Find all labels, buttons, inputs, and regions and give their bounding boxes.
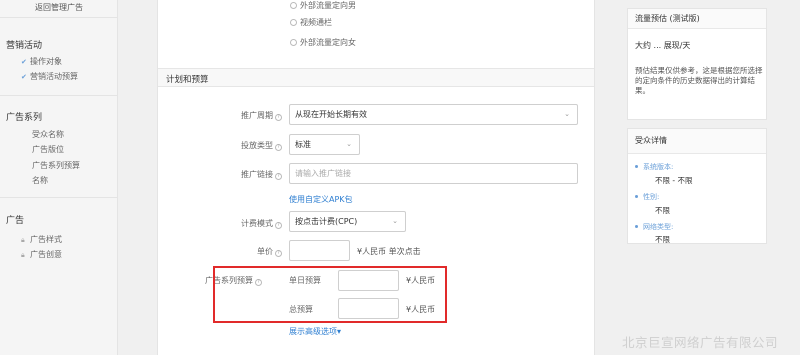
audience-key-os: 系统版本: (643, 163, 674, 171)
help-icon[interactable]: ? (275, 114, 282, 121)
radio-button[interactable] (290, 2, 297, 9)
billing-mode-label: 计费模式? (241, 218, 282, 229)
delivery-type-select[interactable]: 标准 ⌄ (289, 134, 360, 155)
help-icon[interactable]: ? (275, 250, 282, 257)
sidebar-item-operation-target[interactable]: ✔ 操作对象 (21, 56, 62, 67)
custom-apk-link[interactable]: 使用自定义APK包 (289, 194, 353, 205)
delivery-type-label: 投放类型? (241, 140, 282, 151)
help-icon[interactable]: ? (275, 144, 282, 151)
check-icon: ✔ (21, 73, 27, 81)
budget-highlight-box (213, 266, 447, 323)
promo-link-label: 推广链接? (241, 169, 282, 180)
chevron-down-icon: ⌄ (392, 217, 398, 225)
billing-mode-select[interactable]: 按点击计费(CPC) ⌄ (289, 211, 406, 232)
unit-price-input[interactable] (289, 240, 350, 261)
audience-key-gender: 性别: (643, 193, 660, 201)
sidebar-section-ad: 广告 (6, 216, 25, 226)
watermark: 北京巨宣网络广告有限公司 (622, 335, 779, 350)
bullet-icon (635, 195, 638, 198)
audience-details-title: 受众详情 (628, 129, 766, 154)
promotion-period-select[interactable]: 从现在开始长期有效 ⌄ (289, 104, 578, 125)
audience-details-panel: 受众详情 系统版本: 不限 - 不限 性别: 不限 网络类型: 不限 (627, 128, 767, 244)
traffic-estimate-title: 流量预估 (测试版) (628, 9, 766, 29)
sidebar-item-audience-name[interactable]: 受众名称 (32, 129, 64, 140)
bullet-icon (635, 165, 638, 168)
audience-value-gender: 不限 (655, 206, 670, 215)
promotion-period-label: 推广周期? (241, 110, 282, 121)
audience-key-network: 网络类型: (643, 223, 674, 231)
unit-price-label: 单价? (257, 246, 282, 257)
sidebar-divider (0, 95, 118, 96)
sidebar-item-ad-placement[interactable]: 广告版位 (32, 144, 64, 155)
promo-link-input[interactable]: 请输入推广链接 (289, 163, 578, 184)
lock-icon: 🔒︎ (21, 251, 25, 259)
targeting-option[interactable]: 外部流量定向男 (290, 0, 356, 11)
radio-button[interactable] (290, 39, 297, 46)
radio-button[interactable] (290, 19, 297, 26)
sidebar-item-series-budget[interactable]: 广告系列预算 (32, 160, 80, 171)
traffic-estimate-note: 预估结果仅供参考，这是根据您所选择的定向条件的历史数据得出的计算结果。 (635, 66, 763, 95)
sidebar-item-name[interactable]: 名称 (32, 175, 48, 186)
sidebar-item-ad-creative: 🔒︎ 广告创意 (21, 250, 62, 259)
audience-value-os: 不限 - 不限 (655, 176, 693, 185)
back-to-ad-management-link[interactable]: 返回管理广告 (0, 0, 118, 18)
sidebar-section-ad-series: 广告系列 (6, 113, 43, 123)
chevron-down-icon: ⌄ (564, 110, 570, 118)
left-sidebar: 返回管理广告 营销活动 ✔ 操作对象 ✔ 营销活动预算 广告系列 受众名称 广告版位… (0, 0, 118, 355)
audience-value-network: 不限 (655, 235, 670, 244)
targeting-option[interactable]: 外部流量定向女 (290, 37, 356, 48)
chevron-down-icon: ⌄ (346, 140, 352, 148)
unit-price-unit: ¥人民币 单次点击 (357, 247, 421, 256)
lock-icon: 🔒︎ (21, 236, 25, 244)
section-title: 计划和预算 (166, 75, 209, 85)
traffic-estimate-value: 大约 ... 展现/天 (635, 41, 691, 50)
sidebar-divider (0, 197, 118, 198)
help-icon[interactable]: ? (275, 173, 282, 180)
sidebar-section-marketing: 营销活动 (6, 41, 43, 51)
help-icon[interactable]: ? (275, 222, 282, 229)
show-advanced-options-link[interactable]: 展示高级选项▾ (289, 326, 341, 337)
check-icon: ✔ (21, 58, 27, 66)
plan-budget-section-header: 计划和预算 (158, 68, 594, 87)
sidebar-item-ad-style: 🔒︎ 广告样式 (21, 235, 62, 244)
traffic-estimate-panel: 流量预估 (测试版) 大约 ... 展现/天 预估结果仅供参考，这是根据您所选择… (627, 8, 767, 120)
targeting-option[interactable]: 视频通栏 (290, 17, 332, 28)
bullet-icon (635, 225, 638, 228)
sidebar-item-campaign-budget[interactable]: ✔ 营销活动预算 (21, 71, 78, 82)
